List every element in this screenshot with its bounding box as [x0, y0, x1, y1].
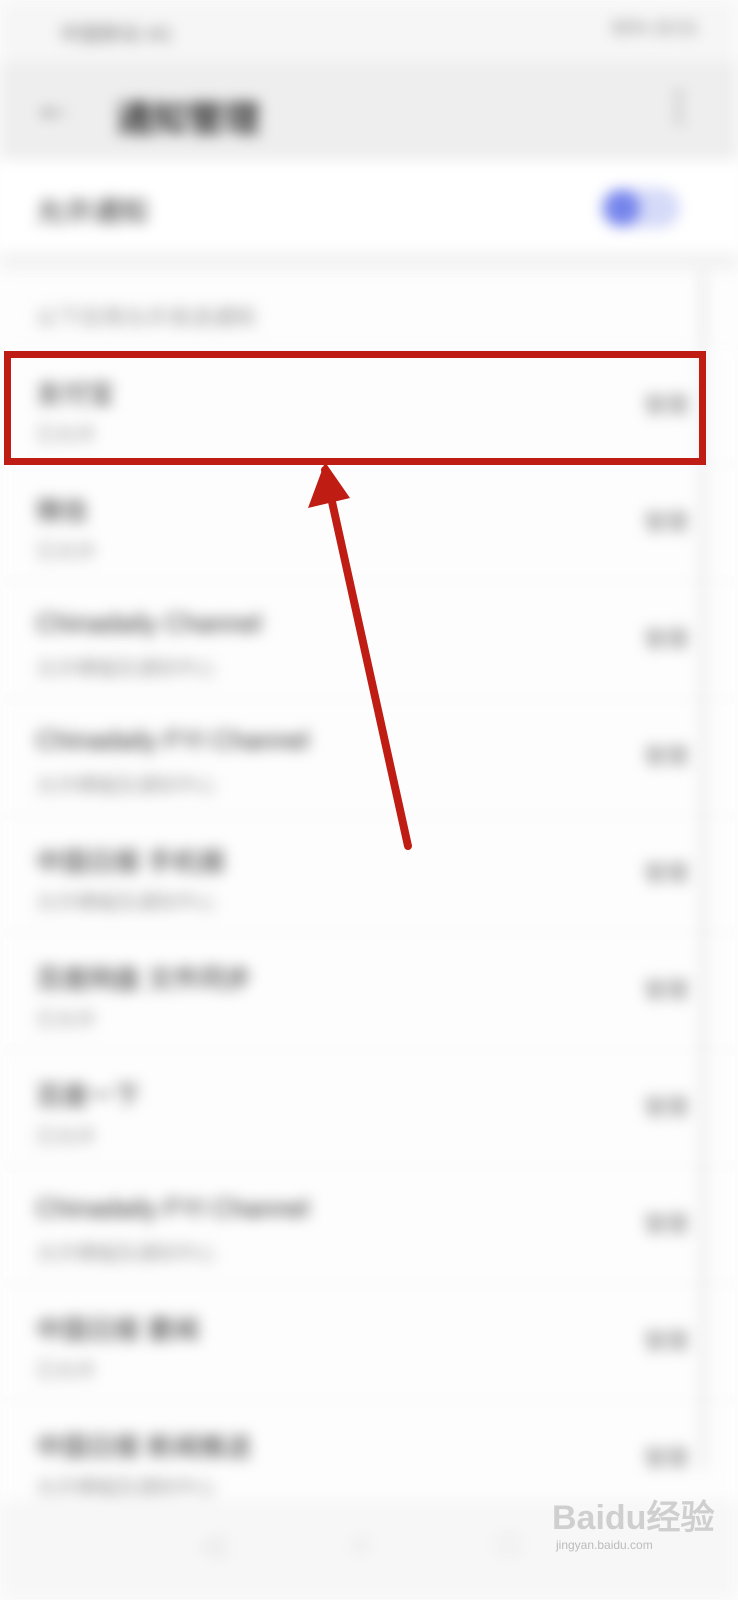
watermark-url: jingyan.baidu.com	[556, 1538, 653, 1552]
annotation-arrow	[308, 462, 412, 850]
baidu-watermark: Baidu经验	[552, 1499, 715, 1537]
